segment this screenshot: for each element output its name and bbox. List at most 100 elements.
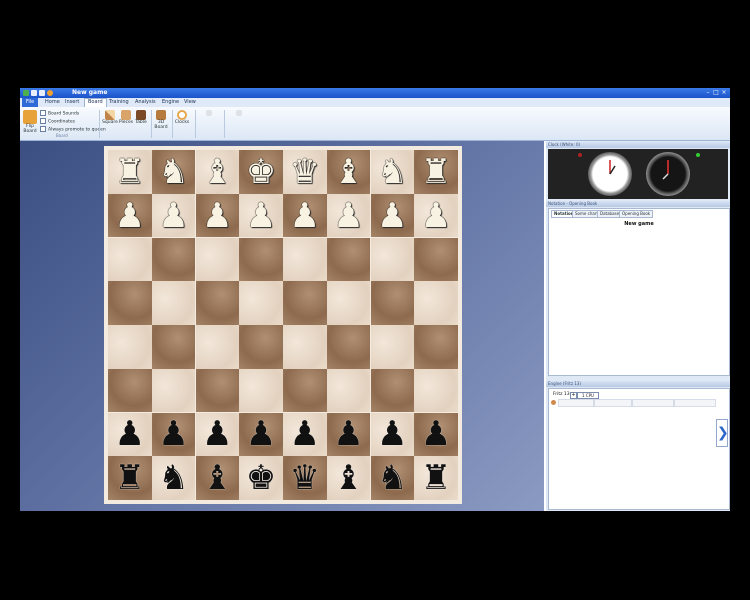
black-piece-icon[interactable]: ♝: [202, 461, 232, 495]
black-piece-icon[interactable]: ♟: [290, 417, 320, 451]
black-piece-icon[interactable]: ♟: [202, 417, 232, 451]
square-e5[interactable]: [283, 281, 327, 325]
black-piece-icon[interactable]: ♟: [421, 417, 451, 451]
quick-access-icon[interactable]: [31, 90, 37, 96]
square-button[interactable]: Square: [102, 110, 118, 125]
square-h5[interactable]: [414, 281, 458, 325]
close-icon[interactable]: ×: [720, 89, 728, 96]
square-a7[interactable]: ♟: [108, 193, 152, 238]
file-menu-button[interactable]: File: [22, 98, 38, 107]
square-g3[interactable]: [370, 368, 414, 413]
square-b1[interactable]: ♞: [151, 456, 196, 500]
square-a5[interactable]: [108, 281, 152, 325]
square-a6[interactable]: [108, 237, 152, 281]
tab-insert[interactable]: Insert: [62, 99, 82, 106]
app-icon[interactable]: [23, 90, 29, 96]
tab-home[interactable]: Home: [42, 99, 63, 106]
square-e6[interactable]: [283, 237, 327, 281]
black-piece-icon[interactable]: ♞: [377, 461, 407, 495]
black-piece-icon[interactable]: ♟: [377, 417, 407, 451]
square-h8[interactable]: ♜: [414, 150, 458, 194]
square-g5[interactable]: [370, 281, 414, 325]
white-piece-icon[interactable]: ♟: [115, 199, 145, 233]
expand-panel-button[interactable]: ❯: [716, 419, 729, 447]
black-piece-icon[interactable]: ♜: [421, 461, 451, 495]
square-d2[interactable]: ♟: [239, 412, 283, 456]
add-engine-button[interactable]: +: [570, 392, 577, 399]
pieces-button[interactable]: Pieces: [118, 110, 134, 125]
minimize-icon[interactable]: –: [704, 89, 712, 96]
square-g4[interactable]: [370, 325, 414, 369]
square-c3[interactable]: [195, 368, 239, 413]
white-piece-icon[interactable]: ♚: [246, 155, 276, 189]
square-d6[interactable]: [239, 237, 283, 281]
square-c6[interactable]: [195, 237, 239, 281]
always-promote-checkbox[interactable]: Always promote to queen: [40, 126, 106, 133]
white-piece-icon[interactable]: ♝: [333, 155, 363, 189]
square-e3[interactable]: [283, 368, 327, 413]
square-a4[interactable]: [108, 325, 152, 369]
square-d7[interactable]: ♟: [239, 193, 283, 238]
square-b3[interactable]: [151, 368, 196, 413]
square-d4[interactable]: [239, 325, 283, 369]
square-f7[interactable]: ♟: [326, 193, 371, 238]
tab-analysis[interactable]: Analysis: [132, 99, 159, 106]
square-g8[interactable]: ♞: [370, 150, 414, 194]
square-g6[interactable]: [370, 237, 414, 281]
square-f6[interactable]: [326, 237, 371, 281]
white-piece-icon[interactable]: ♟: [246, 199, 276, 233]
square-h7[interactable]: ♟: [414, 193, 458, 238]
square-g2[interactable]: ♟: [370, 412, 414, 456]
square-d1[interactable]: ♚: [239, 456, 283, 500]
white-piece-icon[interactable]: ♟: [202, 199, 232, 233]
square-e2[interactable]: ♟: [283, 412, 327, 456]
square-h3[interactable]: [414, 368, 458, 413]
square-a1[interactable]: ♜: [108, 456, 152, 500]
white-piece-icon[interactable]: ♛: [290, 155, 320, 189]
black-piece-icon[interactable]: ♚: [246, 461, 276, 495]
chess-board[interactable]: ♜ ♞ ♝ ♚ ♛ ♝ ♞ ♜ ♟ ♟ ♟ ♟ ♟ ♟ ♟ ♟ ♟ ♟ ♟ ♟ ♟ ♟ ♟ ♟ ♜ ♞ ♝ ♚ ♛ ♝ ♞ ♜: [104, 146, 462, 504]
square-b6[interactable]: [151, 237, 196, 281]
cpu-selector[interactable]: 1 CPU: [577, 392, 599, 399]
square-e1[interactable]: ♛: [283, 456, 327, 500]
square-d5[interactable]: [239, 281, 283, 325]
square-d8[interactable]: ♚: [239, 150, 283, 194]
black-piece-icon[interactable]: ♛: [290, 461, 320, 495]
white-piece-icon[interactable]: ♟: [290, 199, 320, 233]
square-c2[interactable]: ♟: [195, 412, 239, 456]
square-b7[interactable]: ♟: [151, 193, 196, 238]
square-f5[interactable]: [326, 281, 371, 325]
coordinates-checkbox[interactable]: Coordinates: [40, 118, 75, 125]
tab-opening-book[interactable]: Opening Book: [619, 210, 654, 218]
white-piece-icon[interactable]: ♝: [202, 155, 232, 189]
square-b4[interactable]: [151, 325, 196, 369]
black-piece-icon[interactable]: ♟: [246, 417, 276, 451]
square-c8[interactable]: ♝: [195, 150, 239, 194]
white-piece-icon[interactable]: ♞: [158, 155, 188, 189]
white-piece-icon[interactable]: ♜: [115, 155, 145, 189]
square-a3[interactable]: [108, 368, 152, 413]
maximize-icon[interactable]: □: [712, 89, 720, 96]
clocks-button[interactable]: Clocks: [174, 110, 190, 125]
black-piece-icon[interactable]: ♞: [158, 461, 188, 495]
white-piece-icon[interactable]: ♟: [377, 199, 407, 233]
white-piece-icon[interactable]: ♟: [158, 199, 188, 233]
engine-icon[interactable]: [47, 90, 53, 96]
tab-training[interactable]: Training: [106, 99, 132, 106]
square-e4[interactable]: [283, 325, 327, 369]
square-b8[interactable]: ♞: [151, 150, 196, 194]
square-e8[interactable]: ♛: [283, 150, 327, 194]
square-c7[interactable]: ♟: [195, 193, 239, 238]
square-f1[interactable]: ♝: [326, 456, 371, 500]
white-piece-icon[interactable]: ♟: [333, 199, 363, 233]
square-b2[interactable]: ♟: [151, 412, 196, 456]
board-sounds-checkbox[interactable]: Board Sounds: [40, 110, 79, 117]
square-c5[interactable]: [195, 281, 239, 325]
tab-engine[interactable]: Engine: [159, 99, 182, 106]
black-piece-icon[interactable]: ♟: [333, 417, 363, 451]
square-h4[interactable]: [414, 325, 458, 369]
square-h6[interactable]: [414, 237, 458, 281]
square-f2[interactable]: ♟: [326, 412, 371, 456]
square-g1[interactable]: ♞: [370, 456, 414, 500]
white-piece-icon[interactable]: ♜: [421, 155, 451, 189]
